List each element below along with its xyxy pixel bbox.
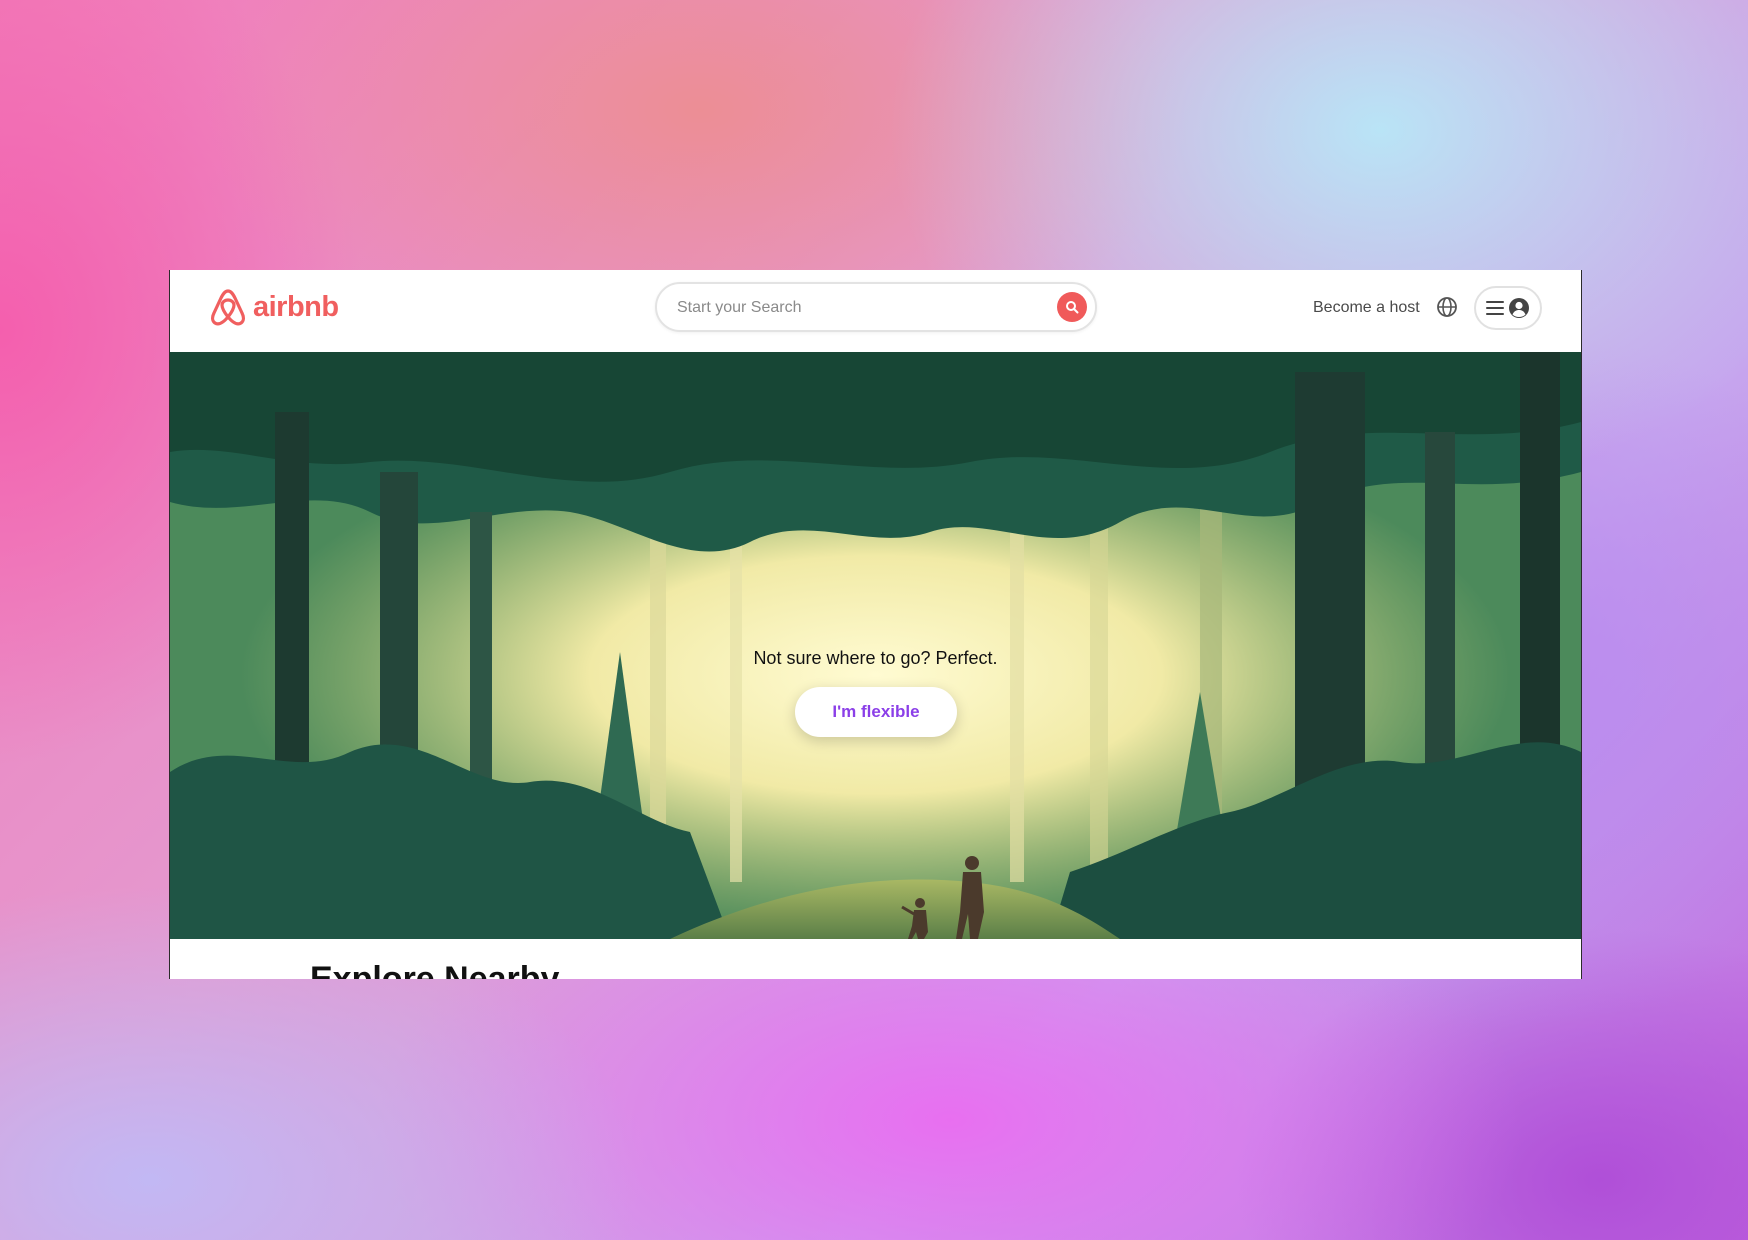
search-input[interactable] (675, 295, 1039, 321)
section-title: Explore Nearby (310, 960, 560, 979)
im-flexible-button[interactable]: I'm flexible (795, 687, 957, 737)
hero-tagline: Not sure where to go? Perfect. (753, 648, 998, 668)
hamburger-menu-icon (1486, 301, 1504, 315)
search-icon (1066, 301, 1079, 314)
search-button[interactable] (1057, 292, 1087, 322)
top-navbar: airbnb Become a host (170, 270, 1581, 352)
brand-name: airbnb (253, 290, 339, 323)
forest-illustration (170, 352, 1581, 939)
hero-banner: Not sure where to go? Perfect. I'm flexi… (170, 352, 1581, 939)
search-bar[interactable] (655, 282, 1097, 332)
airbnb-belo-icon (211, 289, 245, 326)
browser-window: airbnb Become a host (169, 270, 1582, 979)
user-menu-button[interactable] (1474, 286, 1542, 330)
user-avatar-icon (1509, 298, 1529, 318)
globe-button[interactable] (1436, 296, 1458, 323)
globe-icon (1437, 297, 1457, 317)
airbnb-logo[interactable]: airbnb (209, 287, 339, 327)
become-host-link[interactable]: Become a host (1313, 299, 1420, 317)
